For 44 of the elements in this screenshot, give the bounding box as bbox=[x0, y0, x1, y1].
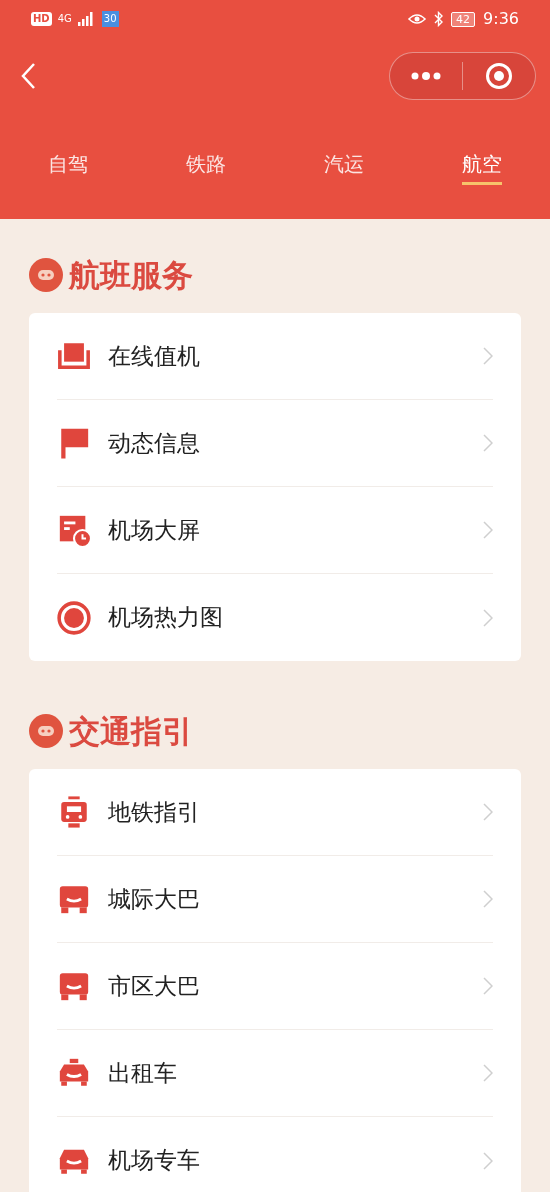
more-dots-icon bbox=[411, 72, 441, 80]
calendar-app-icon: 30 bbox=[101, 11, 119, 27]
list-item[interactable]: 机场热力图 bbox=[57, 574, 493, 661]
signal-icon bbox=[77, 12, 96, 26]
network-label: 4G bbox=[57, 14, 72, 24]
list-item[interactable]: 市区大巴 bbox=[57, 943, 493, 1030]
list-item[interactable]: 动态信息 bbox=[57, 400, 493, 487]
chevron-right-icon bbox=[483, 977, 493, 995]
section-title: 交通指引 bbox=[69, 712, 193, 751]
item-label: 出租车 bbox=[108, 1058, 177, 1088]
chevron-right-icon bbox=[483, 1064, 493, 1082]
item-label: 地铁指引 bbox=[108, 797, 200, 827]
chevron-right-icon bbox=[483, 890, 493, 908]
item-label: 市区大巴 bbox=[108, 971, 200, 1001]
item-label: 在线值机 bbox=[108, 341, 200, 371]
item-label: 机场热力图 bbox=[108, 603, 223, 633]
item-label: 机场专车 bbox=[108, 1146, 200, 1176]
chevron-right-icon bbox=[483, 521, 493, 539]
pig-face-icon bbox=[29, 258, 63, 292]
list-item[interactable]: 城际大巴 bbox=[57, 856, 493, 943]
list-item[interactable]: 机场大屏 bbox=[57, 487, 493, 574]
list-item[interactable]: 地铁指引 bbox=[57, 769, 493, 856]
chevron-right-icon bbox=[483, 434, 493, 452]
list-item[interactable]: 机场专车 bbox=[57, 1117, 493, 1192]
list-item[interactable]: 出租车 bbox=[57, 1030, 493, 1117]
hd-badge: HD bbox=[31, 12, 52, 26]
item-label: 城际大巴 bbox=[108, 884, 200, 914]
list-item[interactable]: 在线值机 bbox=[57, 313, 493, 400]
target-circle-icon bbox=[485, 62, 513, 90]
item-label: 动态信息 bbox=[108, 428, 200, 458]
battery-level: 42 bbox=[451, 11, 476, 27]
pig-face-icon bbox=[29, 714, 63, 748]
item-label: 机场大屏 bbox=[108, 515, 200, 545]
eye-icon bbox=[408, 13, 427, 25]
chevron-right-icon bbox=[483, 1151, 493, 1170]
chevron-right-icon bbox=[483, 347, 493, 365]
target-icon bbox=[57, 600, 91, 635]
clock-time: 9:36 bbox=[483, 8, 519, 30]
bluetooth-icon bbox=[434, 11, 444, 27]
chevron-right-icon bbox=[483, 608, 493, 627]
tab[interactable]: 航空 bbox=[462, 150, 502, 185]
chevron-right-icon bbox=[483, 803, 493, 821]
section-title: 航班服务 bbox=[69, 256, 193, 295]
schedule-board-icon bbox=[57, 513, 91, 547]
